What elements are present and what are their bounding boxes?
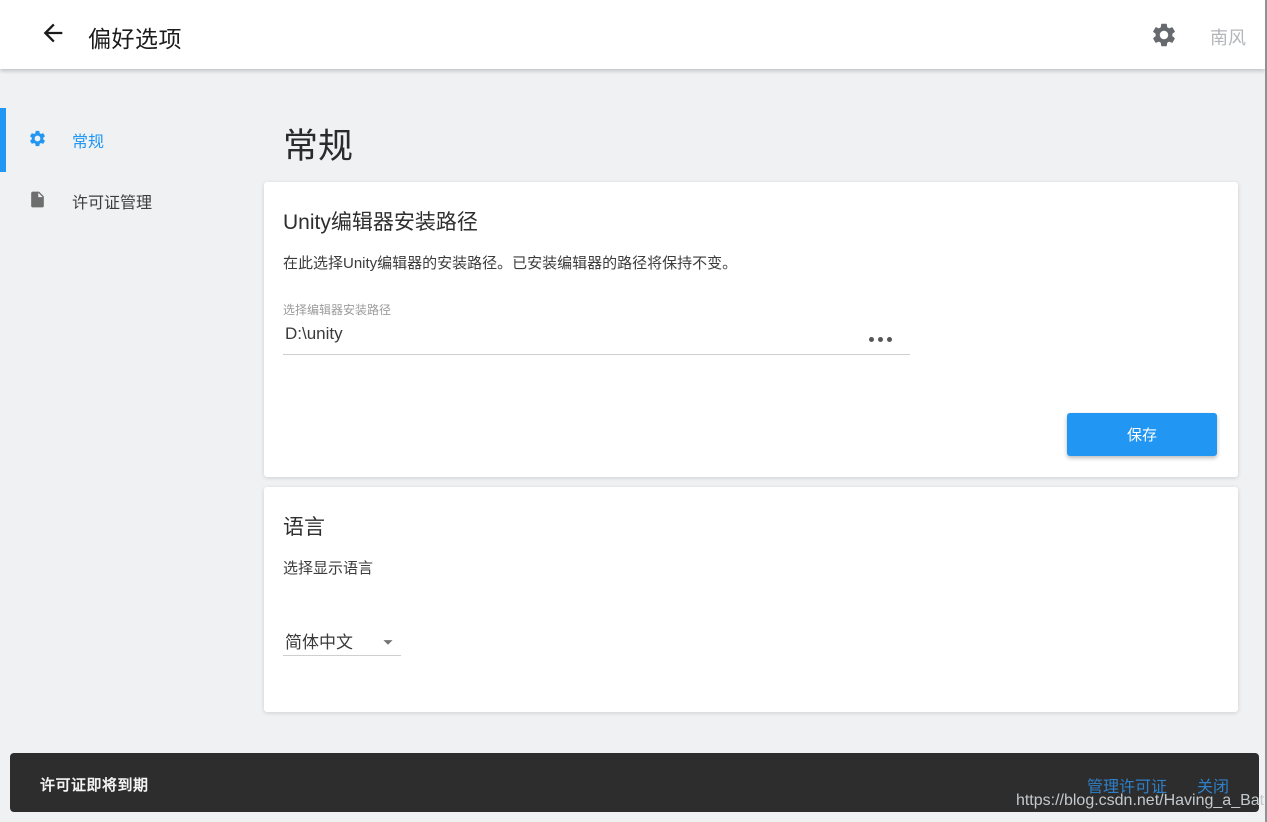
card-title: 语言 xyxy=(283,511,325,541)
gear-icon xyxy=(28,129,47,148)
language-select[interactable]: 简体中文 xyxy=(283,625,401,657)
sidebar-item-license-management[interactable]: 许可证管理 xyxy=(0,187,250,221)
section-heading: 常规 xyxy=(283,118,353,169)
language-select-underline xyxy=(283,655,401,656)
watermark-url: https://blog.csdn.net/Having_a_Bath xyxy=(1016,792,1267,810)
ellipsis-icon xyxy=(878,337,883,342)
username-label[interactable]: 南风 xyxy=(1210,24,1246,50)
settings-gear-icon[interactable] xyxy=(1150,21,1178,49)
language-card: 语言 选择显示语言 简体中文 xyxy=(264,487,1238,712)
path-field-label: 选择编辑器安装路径 xyxy=(283,301,391,318)
arrow-back-icon xyxy=(39,19,67,52)
card-description: 选择显示语言 xyxy=(283,557,373,578)
page-title: 偏好选项 xyxy=(88,20,182,54)
sidebar-item-label: 许可证管理 xyxy=(72,189,152,213)
save-button[interactable]: 保存 xyxy=(1067,413,1217,456)
browse-path-button[interactable] xyxy=(860,330,900,348)
chevron-down-icon xyxy=(377,631,399,653)
card-description: 在此选择Unity编辑器的安装路径。已安装编辑器的路径将保持不变。 xyxy=(283,252,737,273)
card-title: Unity编辑器安装路径 xyxy=(283,206,478,236)
license-expiry-message: 许可证即将到期 xyxy=(40,774,149,795)
sidebar-item-label: 常规 xyxy=(72,128,104,152)
ellipsis-icon xyxy=(869,337,874,342)
path-field-underline xyxy=(283,354,910,355)
path-field-value[interactable]: D:\unity xyxy=(285,324,343,344)
preferences-window: 偏好选项 南风 常规 许可证管理 常规 Unity编辑器安装路径 在此选择Uni… xyxy=(0,0,1267,822)
document-icon xyxy=(28,190,47,209)
sidebar-item-general[interactable]: 常规 xyxy=(0,126,250,160)
editor-path-card: Unity编辑器安装路径 在此选择Unity编辑器的安装路径。已安装编辑器的路径… xyxy=(264,182,1238,477)
language-select-value: 简体中文 xyxy=(285,628,353,653)
ellipsis-icon xyxy=(887,337,892,342)
header-bar: 偏好选项 南风 xyxy=(0,0,1265,69)
back-button[interactable] xyxy=(38,20,68,50)
